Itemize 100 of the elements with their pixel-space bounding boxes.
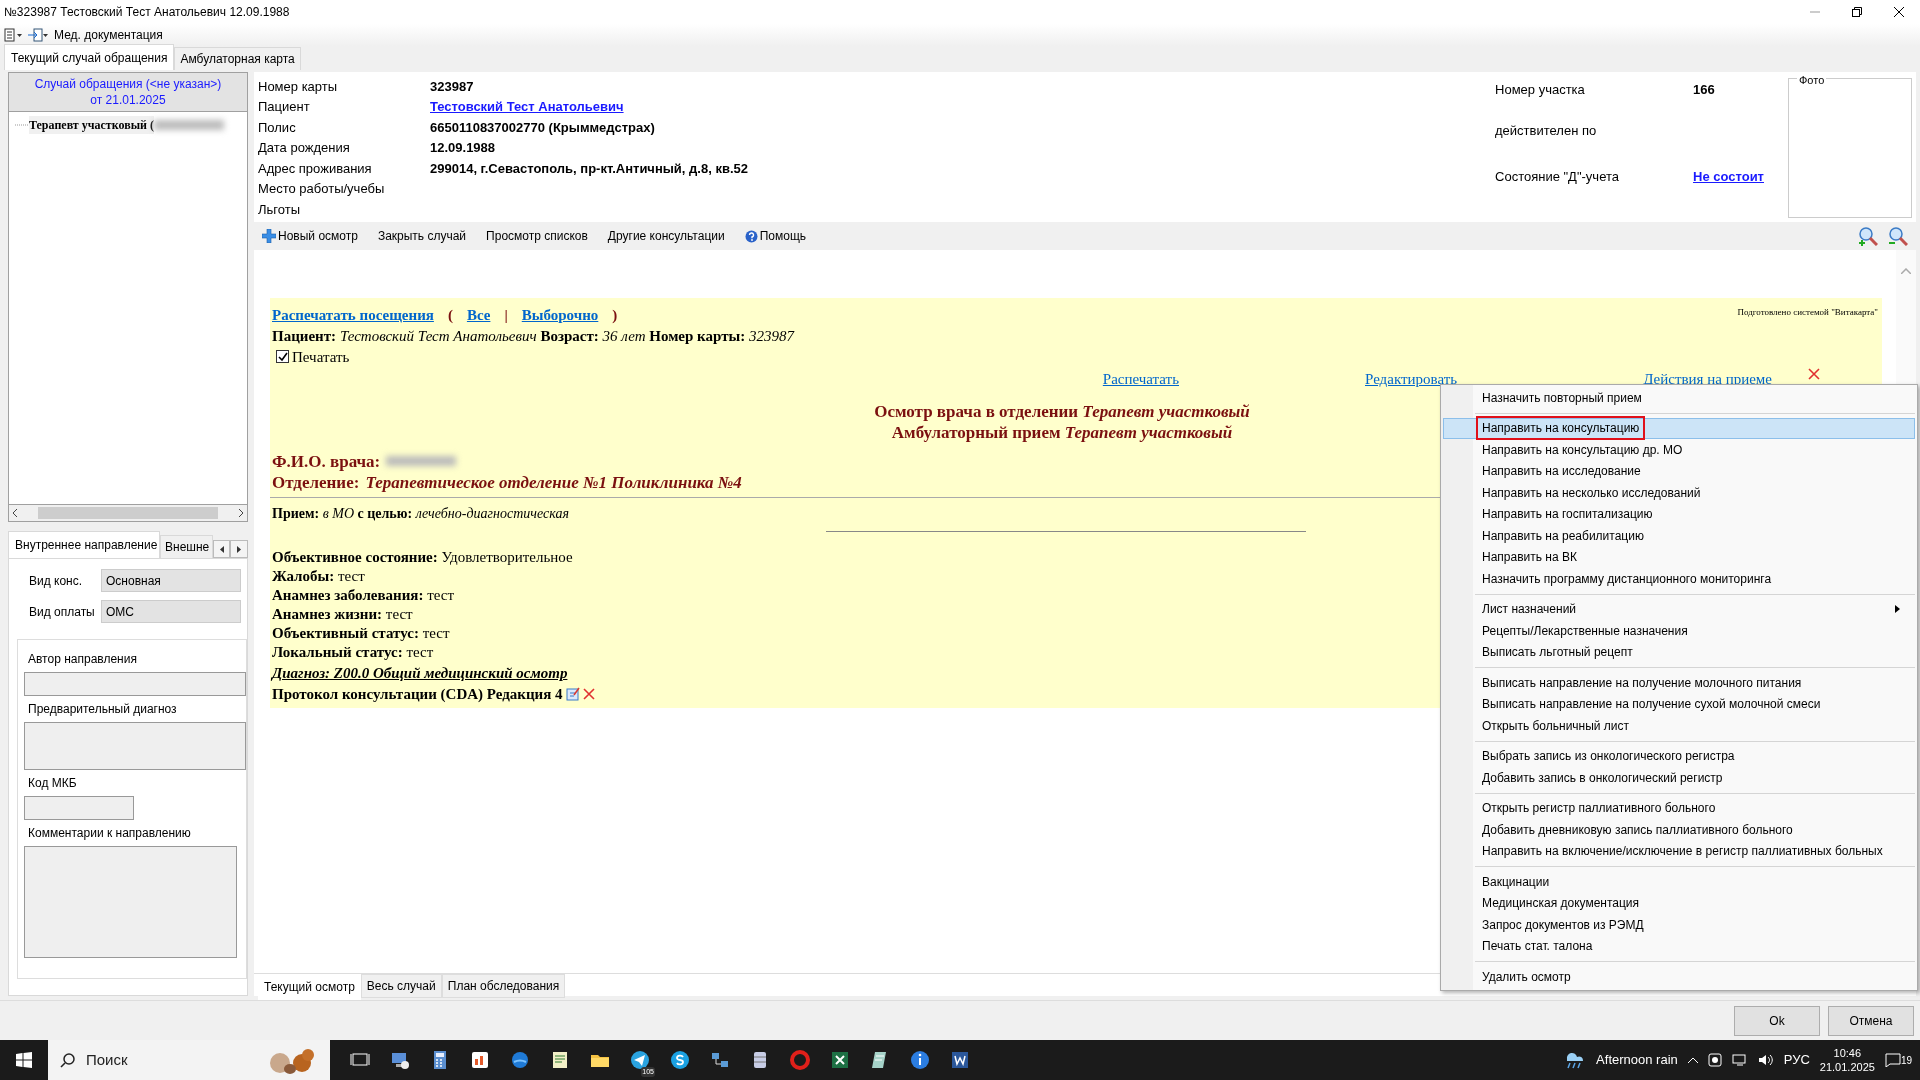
window-title: №323987 Тестовский Тест Анатольевич 12.09.1988 bbox=[4, 4, 290, 21]
menu-item[interactable]: Добавить дневниковую запись паллиативного больного bbox=[1443, 819, 1915, 841]
menu-item[interactable]: Направить на исследование bbox=[1443, 460, 1915, 482]
toolbar-button[interactable]: Помощь bbox=[744, 227, 807, 245]
department-text: Отделение: Терапевтическое отделение №1 Поликлиника №4 bbox=[272, 471, 742, 493]
zoom-in-icon[interactable] bbox=[1858, 226, 1878, 246]
scroll-right-icon[interactable] bbox=[238, 509, 244, 518]
print-link[interactable]: Выборочно bbox=[521, 304, 599, 327]
tab[interactable]: Внешне bbox=[160, 535, 213, 558]
menu-item[interactable]: Выписать направление на получение молочного питания bbox=[1443, 672, 1915, 694]
computer-icon[interactable] bbox=[390, 1050, 410, 1070]
chart-app-icon[interactable] bbox=[470, 1050, 490, 1070]
menu-item[interactable]: Медицинская документация bbox=[1443, 892, 1915, 914]
info-app-icon[interactable] bbox=[910, 1050, 930, 1070]
export-dropdown-icon[interactable] bbox=[28, 28, 48, 42]
menu-item[interactable]: Открыть регистр паллиативного больного bbox=[1443, 797, 1915, 819]
menu-item[interactable]: Выписать направление на получение сухой молочной смеси bbox=[1443, 693, 1915, 715]
input-field[interactable] bbox=[24, 672, 246, 696]
delete-icon[interactable] bbox=[582, 688, 595, 700]
menu-item[interactable]: Назначить программу дистанционного мониторинга bbox=[1443, 568, 1915, 590]
paper-plane-icon[interactable] bbox=[630, 1050, 650, 1070]
clock-date[interactable]: 21.01.2025 bbox=[1819, 1060, 1875, 1074]
dialog-button[interactable]: Ok bbox=[1734, 1005, 1820, 1036]
menu-item[interactable]: Удалить осмотр bbox=[1443, 966, 1915, 988]
toolbar-button[interactable]: Закрыть случай bbox=[377, 227, 467, 245]
input-field[interactable] bbox=[24, 846, 238, 958]
toolbar-button[interactable]: Другие консультации bbox=[607, 227, 725, 245]
menu-item[interactable]: Направить на госпитализацию bbox=[1443, 503, 1915, 525]
action-link[interactable]: Распечатать bbox=[1102, 368, 1179, 391]
scroll-left-icon[interactable] bbox=[12, 509, 18, 518]
print-link[interactable]: Распечатать посещения bbox=[272, 304, 434, 327]
notification-icon[interactable] bbox=[1884, 1053, 1901, 1067]
tree-item[interactable]: Терапевт участковый ( bbox=[29, 116, 154, 134]
notepad-icon[interactable] bbox=[550, 1050, 570, 1070]
delete-icon[interactable] bbox=[1808, 368, 1820, 380]
menu-item[interactable]: Выписать льготный рецепт bbox=[1443, 641, 1915, 663]
tab[interactable]: Текущий случай обращения bbox=[4, 44, 175, 70]
field-label: Дата рождения bbox=[258, 139, 351, 157]
notification-count: 19 bbox=[1900, 1053, 1912, 1068]
menu-item[interactable]: Направить на включение/исключение в регистр паллиативных больных bbox=[1443, 840, 1915, 862]
menu-item[interactable]: Направить на ВК bbox=[1443, 546, 1915, 568]
finding-text: Объективный статус: тест bbox=[272, 623, 450, 643]
windows-start-icon[interactable] bbox=[16, 1052, 32, 1068]
menu-item[interactable]: Направить на реабилитацию bbox=[1443, 525, 1915, 547]
menu-item[interactable]: Направить на консультацию bbox=[1443, 417, 1915, 439]
exam-title: Амбулаторный прием Терапевт участковый bbox=[891, 421, 1233, 443]
clock-time[interactable]: 10:46 bbox=[1819, 1046, 1875, 1060]
tab[interactable]: План обследования bbox=[441, 974, 566, 998]
field-label: Комментарии к направлению bbox=[27, 825, 191, 842]
menu-item[interactable]: Рецепты/Лекарственные назначения bbox=[1443, 620, 1915, 642]
network-icon[interactable] bbox=[710, 1050, 730, 1070]
caret-right-icon bbox=[237, 545, 242, 553]
close-icon[interactable] bbox=[1894, 7, 1904, 17]
tab[interactable]: Внутреннее направление bbox=[8, 531, 161, 558]
input-field[interactable] bbox=[24, 796, 134, 820]
checkbox[interactable] bbox=[276, 350, 289, 364]
chevron-up-icon[interactable] bbox=[1687, 1057, 1698, 1063]
menu-item[interactable]: Лист назначений bbox=[1443, 598, 1915, 620]
field-value: 6650110837002770 (Крыммедстрах) bbox=[430, 118, 655, 137]
weather-text: Afternoon rain bbox=[1596, 1051, 1678, 1070]
speaker-icon[interactable] bbox=[1757, 1053, 1774, 1067]
edit-icon[interactable] bbox=[565, 687, 580, 701]
menu-item[interactable]: Запрос документов из РЭМД bbox=[1443, 914, 1915, 936]
case-title-text: от 21.01.2025 bbox=[89, 92, 167, 108]
spreadsheet-icon[interactable] bbox=[830, 1050, 850, 1070]
status-link[interactable]: Не состоит bbox=[1693, 167, 1764, 187]
menu-item[interactable]: Выбрать запись из онкологического регистра bbox=[1443, 745, 1915, 767]
patient-link[interactable]: Тестовский Тест Анатольевич bbox=[430, 97, 624, 117]
scroll-right-button[interactable] bbox=[230, 540, 248, 558]
globe-icon[interactable] bbox=[510, 1050, 530, 1070]
menu-item[interactable]: Мед. документация bbox=[54, 26, 163, 44]
search-field[interactable]: Поиск bbox=[48, 1040, 330, 1080]
restore-icon[interactable] bbox=[1852, 7, 1862, 17]
tab[interactable]: Весь случай bbox=[360, 974, 442, 998]
network-icon[interactable] bbox=[1731, 1053, 1748, 1067]
print-link[interactable]: Все bbox=[466, 304, 491, 327]
tab[interactable]: Амбулаторная карта bbox=[174, 47, 301, 70]
menu-item[interactable]: Открыть больничный лист bbox=[1443, 715, 1915, 737]
menu-item[interactable]: Направить на несколько исследований bbox=[1443, 482, 1915, 504]
menu-item[interactable]: Добавить запись в онкологический регистр bbox=[1443, 767, 1915, 789]
language-indicator[interactable]: РУС bbox=[1783, 1050, 1810, 1070]
skype-icon[interactable] bbox=[670, 1050, 690, 1070]
menu-item[interactable]: Печать стат. талона bbox=[1443, 935, 1915, 957]
patient-summary: Пациент: Тестовский Тест Анатольевич Возраст: 36 лет Номер карты: 323987 bbox=[272, 326, 794, 346]
toolbar-button[interactable]: Просмотр списков bbox=[486, 227, 588, 245]
diagnosis-link[interactable]: Диагноз: Z00.0 Общий медицинский осмотр bbox=[272, 664, 568, 681]
ring-icon[interactable] bbox=[790, 1050, 810, 1070]
select-field[interactable]: ОМС bbox=[101, 600, 241, 623]
reception-text: Прием: в МО с целью: лечебно-диагностическая bbox=[272, 504, 569, 523]
zoom-out-icon[interactable] bbox=[1888, 226, 1908, 246]
tray-app-icon[interactable] bbox=[1707, 1053, 1722, 1067]
toolbar-button[interactable]: Новый осмотр bbox=[262, 227, 358, 245]
word-document-icon[interactable] bbox=[950, 1050, 970, 1070]
menu-item[interactable]: Направить на консультацию др. МО bbox=[1443, 439, 1915, 461]
dialog-button[interactable]: Отмена bbox=[1828, 1005, 1914, 1036]
menu-item[interactable]: Вакцинации bbox=[1443, 871, 1915, 893]
document-dropdown-icon[interactable] bbox=[4, 28, 22, 42]
select-field[interactable]: Основная bbox=[101, 569, 241, 592]
input-field[interactable] bbox=[24, 722, 246, 770]
horizontal-scrollbar[interactable] bbox=[8, 505, 248, 522]
